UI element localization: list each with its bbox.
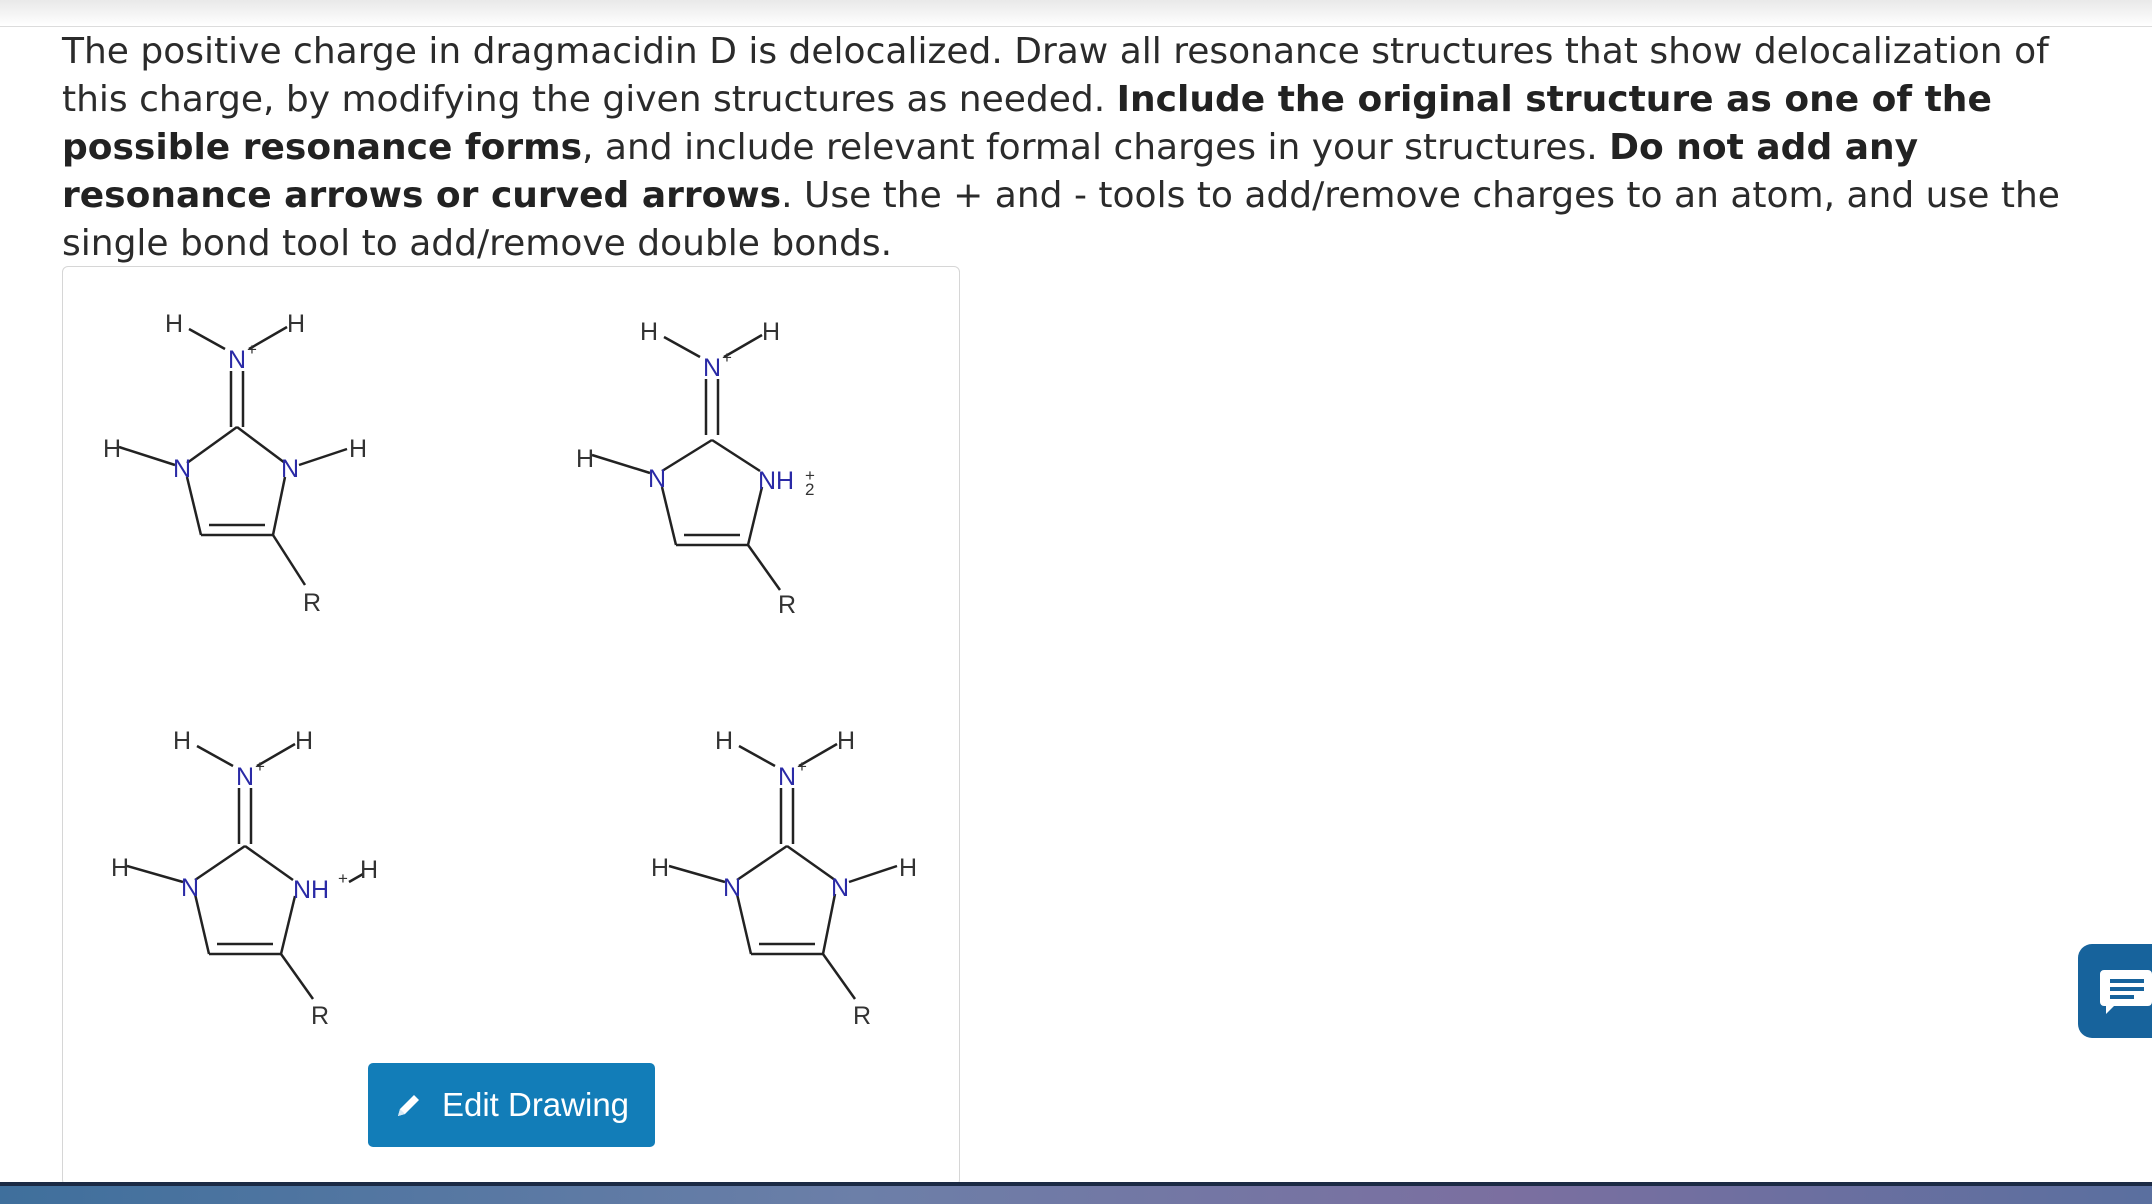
structure-2: H H N + H N NH + 2 R [576,318,815,619]
structure-4: H H N + H N N H R [651,727,917,1030]
atom-h: H [576,445,594,473]
atom-n: N [173,455,191,483]
resonance-structures: H H N + H N N H R H H N + H N NH + 2 R H… [103,310,917,1030]
atom-n: N [228,346,246,374]
atom-nh2: NH [758,467,794,495]
atom-h: H [715,727,733,755]
atom-h: H [111,854,129,882]
atom-h: H [165,310,183,338]
edit-drawing-button[interactable]: Edit Drawing [368,1063,655,1147]
atom-h: H [651,854,669,882]
atom-r: R [311,1002,329,1030]
atom-n: N [703,354,721,382]
atom-h: H [173,727,191,755]
atom-h: H [287,310,305,338]
formal-charge: + [722,348,732,367]
atom-n: N [723,874,741,902]
atom-n: N [181,874,199,902]
atom-n: N [831,874,849,902]
atom-nh: NH [293,876,329,904]
structure-3: H H N + H N NH + H R [111,727,378,1030]
chat-icon [2100,970,2152,1014]
bottom-taskbar [0,1182,2152,1204]
atom-n: N [648,465,666,493]
atom-h: H [349,435,367,463]
structure-1: H H N + H N N H R [103,310,367,617]
atom-r: R [303,589,321,617]
atom-n: N [236,763,254,791]
atom-h: H [899,854,917,882]
formal-charge: + [255,757,265,776]
subscript-2: 2 [805,480,814,499]
chat-widget-button[interactable] [2078,944,2152,1038]
atom-n: N [281,455,299,483]
atom-h: H [360,856,378,884]
atom-h: H [640,318,658,346]
atom-r: R [778,591,796,619]
pencil-icon [397,1095,419,1116]
atom-n: N [778,763,796,791]
formal-charge: + [797,757,807,776]
atom-h: H [762,318,780,346]
atom-r: R [853,1002,871,1030]
atom-h: H [837,727,855,755]
formal-charge: + [338,869,348,888]
atom-h: H [103,435,121,463]
atom-h: H [295,727,313,755]
edit-drawing-label: Edit Drawing [441,1086,630,1123]
formal-charge: + [247,340,257,359]
